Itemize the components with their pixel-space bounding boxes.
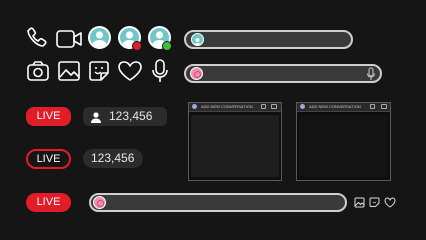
window-titlebar: ADD NEW CONVERSATION xyxy=(297,103,390,112)
viewer-count-plain: 123,456 xyxy=(91,151,135,165)
live-badge-solid: LIVE xyxy=(26,107,71,126)
video-camera-icon[interactable] xyxy=(271,104,277,109)
viewer-counter: 123,456 xyxy=(83,107,167,126)
busy-status-dot xyxy=(132,41,142,51)
live-badge-bottom: LIVE xyxy=(26,193,71,212)
window-title: ADD NEW CONVERSATION xyxy=(309,104,361,109)
input-bar-bottom[interactable] xyxy=(89,193,347,212)
video-camera-icon[interactable] xyxy=(381,104,387,109)
viewer-counter-plain: 123,456 xyxy=(83,149,143,168)
online-status-dot xyxy=(162,41,172,51)
record-icon[interactable] xyxy=(93,196,106,209)
window-content xyxy=(299,115,388,177)
user-icon xyxy=(90,110,102,129)
heart-icon[interactable] xyxy=(117,60,143,82)
input-bar-top[interactable] xyxy=(184,30,353,49)
input-bar-mic[interactable] xyxy=(184,64,382,83)
avatar-small xyxy=(191,33,204,46)
phone-icon[interactable] xyxy=(25,26,49,50)
chat-window-2[interactable]: ADD NEW CONVERSATION xyxy=(296,102,391,181)
video-camera-icon[interactable] xyxy=(55,28,83,50)
window-avatar xyxy=(192,104,197,109)
microphone-icon[interactable] xyxy=(151,58,169,84)
window-titlebar: ADD NEW CONVERSATION xyxy=(189,103,281,112)
record-icon[interactable] xyxy=(190,67,203,80)
sticker-icon[interactable] xyxy=(87,59,111,83)
window-avatar xyxy=(300,104,305,109)
window-content xyxy=(191,115,279,177)
image-icon[interactable] xyxy=(354,197,365,208)
image-icon[interactable] xyxy=(57,60,81,82)
avatar-plain[interactable] xyxy=(88,26,111,49)
sticker-icon[interactable] xyxy=(369,197,380,208)
viewer-count: 123,456 xyxy=(109,109,153,123)
window-title: ADD NEW CONVERSATION xyxy=(201,104,253,109)
camera-icon[interactable] xyxy=(26,60,50,82)
phone-icon[interactable] xyxy=(370,104,375,109)
live-badge-outline: LIVE xyxy=(26,149,71,169)
microphone-small-icon[interactable] xyxy=(366,67,376,81)
heart-icon[interactable] xyxy=(384,197,396,208)
phone-icon[interactable] xyxy=(261,104,266,109)
chat-window-1[interactable]: ADD NEW CONVERSATION xyxy=(188,102,282,181)
